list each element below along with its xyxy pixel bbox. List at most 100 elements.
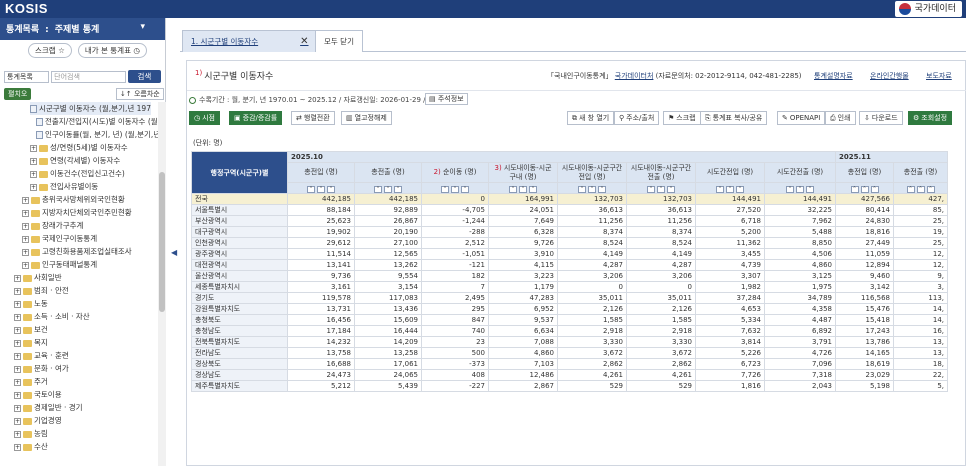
column-header[interactable]: 총전출 (명) xyxy=(354,162,422,183)
expand-toggle-icon[interactable]: + xyxy=(14,287,21,295)
tree-item[interactable]: + 고령친화용품제조업실태조사 xyxy=(22,245,132,258)
sort-arrow-icon[interactable]: ⌃ xyxy=(588,185,596,193)
tab-active[interactable]: 1. 시군구별 이동자수 ✕ xyxy=(182,30,318,52)
expand-toggle-icon[interactable]: + xyxy=(14,339,21,347)
sort-arrow-icon[interactable]: ⌃ xyxy=(647,185,655,193)
expand-toggle-icon[interactable]: + xyxy=(14,365,21,373)
expand-toggle-icon[interactable]: + xyxy=(14,430,21,438)
tree-item[interactable]: + 이동건수(전입신고건수) xyxy=(30,167,125,180)
sort-arrow-icon[interactable]: ⌃ xyxy=(394,185,402,193)
expand-toggle-icon[interactable]: + xyxy=(14,417,21,425)
address-source-button[interactable]: ⚲ 주소/출처 xyxy=(614,111,660,125)
search-button[interactable]: 검색 xyxy=(127,70,162,83)
tree-item[interactable]: + 전입사유별이동 xyxy=(30,180,98,193)
scrollbar-thumb[interactable] xyxy=(159,172,165,312)
tree-item[interactable]: + 사회일반 xyxy=(14,271,62,284)
column-header[interactable]: 총전입 (명) xyxy=(835,162,894,183)
tree-item[interactable]: 전출지/전입지(시도)별 이동자수 (월 xyxy=(36,115,158,128)
tree-item[interactable]: + 주거 xyxy=(14,375,48,388)
tree-item[interactable]: + 지방자치단체외국인주민현황 xyxy=(22,206,132,219)
scrap-table-button[interactable]: ⚑ 스크랩 xyxy=(663,111,701,125)
openapi-button[interactable]: ✎ OPENAPI xyxy=(777,111,826,125)
tree-item[interactable]: + 국제인구이동통계 xyxy=(22,232,97,245)
expand-toggle-icon[interactable]: + xyxy=(30,183,37,191)
online-publication-link[interactable]: 온라인간행물 xyxy=(870,71,909,81)
tree-item[interactable]: 시군구별 이동자수 (월,분기,년 197 xyxy=(30,102,151,115)
print-button[interactable]: ⎙ 인쇄 xyxy=(825,111,856,125)
expand-toggle-icon[interactable]: + xyxy=(22,209,29,217)
query-settings-button[interactable]: ⚙ 조회설정 xyxy=(908,111,953,125)
column-header[interactable]: 3) 시도내이동-시군구내 (명) xyxy=(488,162,558,183)
expand-toggle-icon[interactable]: + xyxy=(30,157,37,165)
tree-item[interactable]: + 성/연령(5세)별 이동자수 xyxy=(30,141,128,154)
notes-button[interactable]: ▤ 주석정보 xyxy=(425,93,468,105)
sort-arrow-icon[interactable]: ⌃ xyxy=(509,185,517,193)
tree-item[interactable]: + 소득 · 소비 · 자산 xyxy=(14,310,90,323)
unfreeze-columns-button[interactable]: ▥ 열고정해제 xyxy=(341,111,392,125)
tree-item[interactable]: + 기업경영 xyxy=(14,414,62,427)
gov-badge[interactable]: 국가데이터 xyxy=(894,1,962,17)
tree-item[interactable]: + 층위국사망체위외국인현황 xyxy=(22,193,125,206)
expand-toggle-icon[interactable]: + xyxy=(22,248,29,256)
column-header[interactable]: 시도간전입 (명) xyxy=(695,162,765,183)
recent-tables-button[interactable]: 내가 본 통계표 ◷ xyxy=(77,43,147,58)
tree-item[interactable]: + 문화 · 여가 xyxy=(14,362,69,375)
source-link[interactable]: 국가데이터처 xyxy=(615,72,654,80)
column-header[interactable]: 시도간전출 (명) xyxy=(764,162,836,183)
expand-toggle-icon[interactable]: + xyxy=(14,313,21,321)
sort-arrow-icon[interactable]: ⌃ xyxy=(529,185,537,193)
expand-all-button[interactable]: 펼치오 xyxy=(4,88,32,100)
sort-arrow-icon[interactable]: ⌃ xyxy=(307,185,315,193)
sort-arrow-icon[interactable]: ⌃ xyxy=(657,185,665,193)
sort-arrow-icon[interactable]: ⌃ xyxy=(327,185,335,193)
region-column-header[interactable]: 행정구역(시군구)별 xyxy=(191,151,288,194)
change-rate-button[interactable]: ▣ 증감/증감률 xyxy=(229,111,283,125)
expand-toggle-icon[interactable]: + xyxy=(22,235,29,243)
expand-toggle-icon[interactable]: + xyxy=(22,261,29,269)
sidebar-scrollbar[interactable] xyxy=(158,102,166,466)
search-scope-select[interactable]: 통계목록 xyxy=(4,70,50,83)
new-window-button[interactable]: ⧉ 새 창 열기 xyxy=(567,111,615,125)
column-header[interactable]: 시도내이동-시군구간 전입 (명) xyxy=(557,162,627,183)
tree-item[interactable]: + 인구동태패널통계 xyxy=(22,258,97,271)
expand-toggle-icon[interactable]: + xyxy=(14,300,21,308)
sort-arrow-icon[interactable]: ⌃ xyxy=(461,185,469,193)
sort-arrow-icon[interactable]: ⌃ xyxy=(796,185,804,193)
transpose-button[interactable]: ⇄ 행렬전환 xyxy=(291,111,335,125)
expand-toggle-icon[interactable]: + xyxy=(30,170,37,178)
tree-item[interactable]: + 복지 xyxy=(14,336,48,349)
sort-arrow-icon[interactable]: ⌃ xyxy=(926,185,935,193)
column-header[interactable]: 총전출 (명) xyxy=(893,162,948,183)
expand-toggle-icon[interactable]: + xyxy=(30,144,37,152)
sort-arrow-icon[interactable]: ⌃ xyxy=(736,185,744,193)
sort-arrow-icon[interactable]: ⌃ xyxy=(519,185,527,193)
sort-button[interactable]: ↓↑ 오름차순 xyxy=(116,88,164,100)
sort-arrow-icon[interactable]: ⌃ xyxy=(716,185,724,193)
scrap-button[interactable]: 스크랩 ☆ xyxy=(28,43,72,58)
sort-arrow-icon[interactable]: ⌃ xyxy=(384,185,392,193)
tree-item[interactable]: + 보건 xyxy=(14,323,48,336)
sort-arrow-icon[interactable]: ⌃ xyxy=(906,185,915,193)
expand-toggle-icon[interactable]: + xyxy=(14,443,21,451)
sort-arrow-icon[interactable]: ⌃ xyxy=(726,185,734,193)
sort-arrow-icon[interactable]: ⌃ xyxy=(916,185,925,193)
column-header[interactable]: 시도내이동-시군구간 전출 (명) xyxy=(626,162,696,183)
tree-item[interactable]: + 수산 xyxy=(14,440,48,453)
sort-arrow-icon[interactable]: ⌃ xyxy=(667,185,675,193)
close-all-tabs-button[interactable]: 모두 닫기 xyxy=(315,30,363,52)
tree-item[interactable]: + 연령(각세별) 이동자수 xyxy=(30,154,120,167)
download-button[interactable]: ⇩ 다운로드 xyxy=(859,111,903,125)
search-input[interactable]: 단어검색 xyxy=(51,70,126,83)
sort-arrow-icon[interactable]: ⌃ xyxy=(786,185,794,193)
tree-item[interactable]: + 범죄 · 안전 xyxy=(14,284,69,297)
expand-toggle-icon[interactable]: + xyxy=(22,222,29,230)
expand-toggle-icon[interactable]: + xyxy=(14,274,21,282)
sort-arrow-icon[interactable]: ⌃ xyxy=(374,185,382,193)
tree-item[interactable]: + 노동 xyxy=(14,297,48,310)
tree-item[interactable]: + 교육 · 훈련 xyxy=(14,349,69,362)
expand-toggle-icon[interactable]: + xyxy=(14,391,21,399)
expand-toggle-icon[interactable]: + xyxy=(14,404,21,412)
sort-arrow-icon[interactable]: ⌃ xyxy=(578,185,586,193)
sort-arrow-icon[interactable]: ⌃ xyxy=(870,185,879,193)
collapse-sidebar-icon[interactable]: ◀ xyxy=(171,248,177,257)
